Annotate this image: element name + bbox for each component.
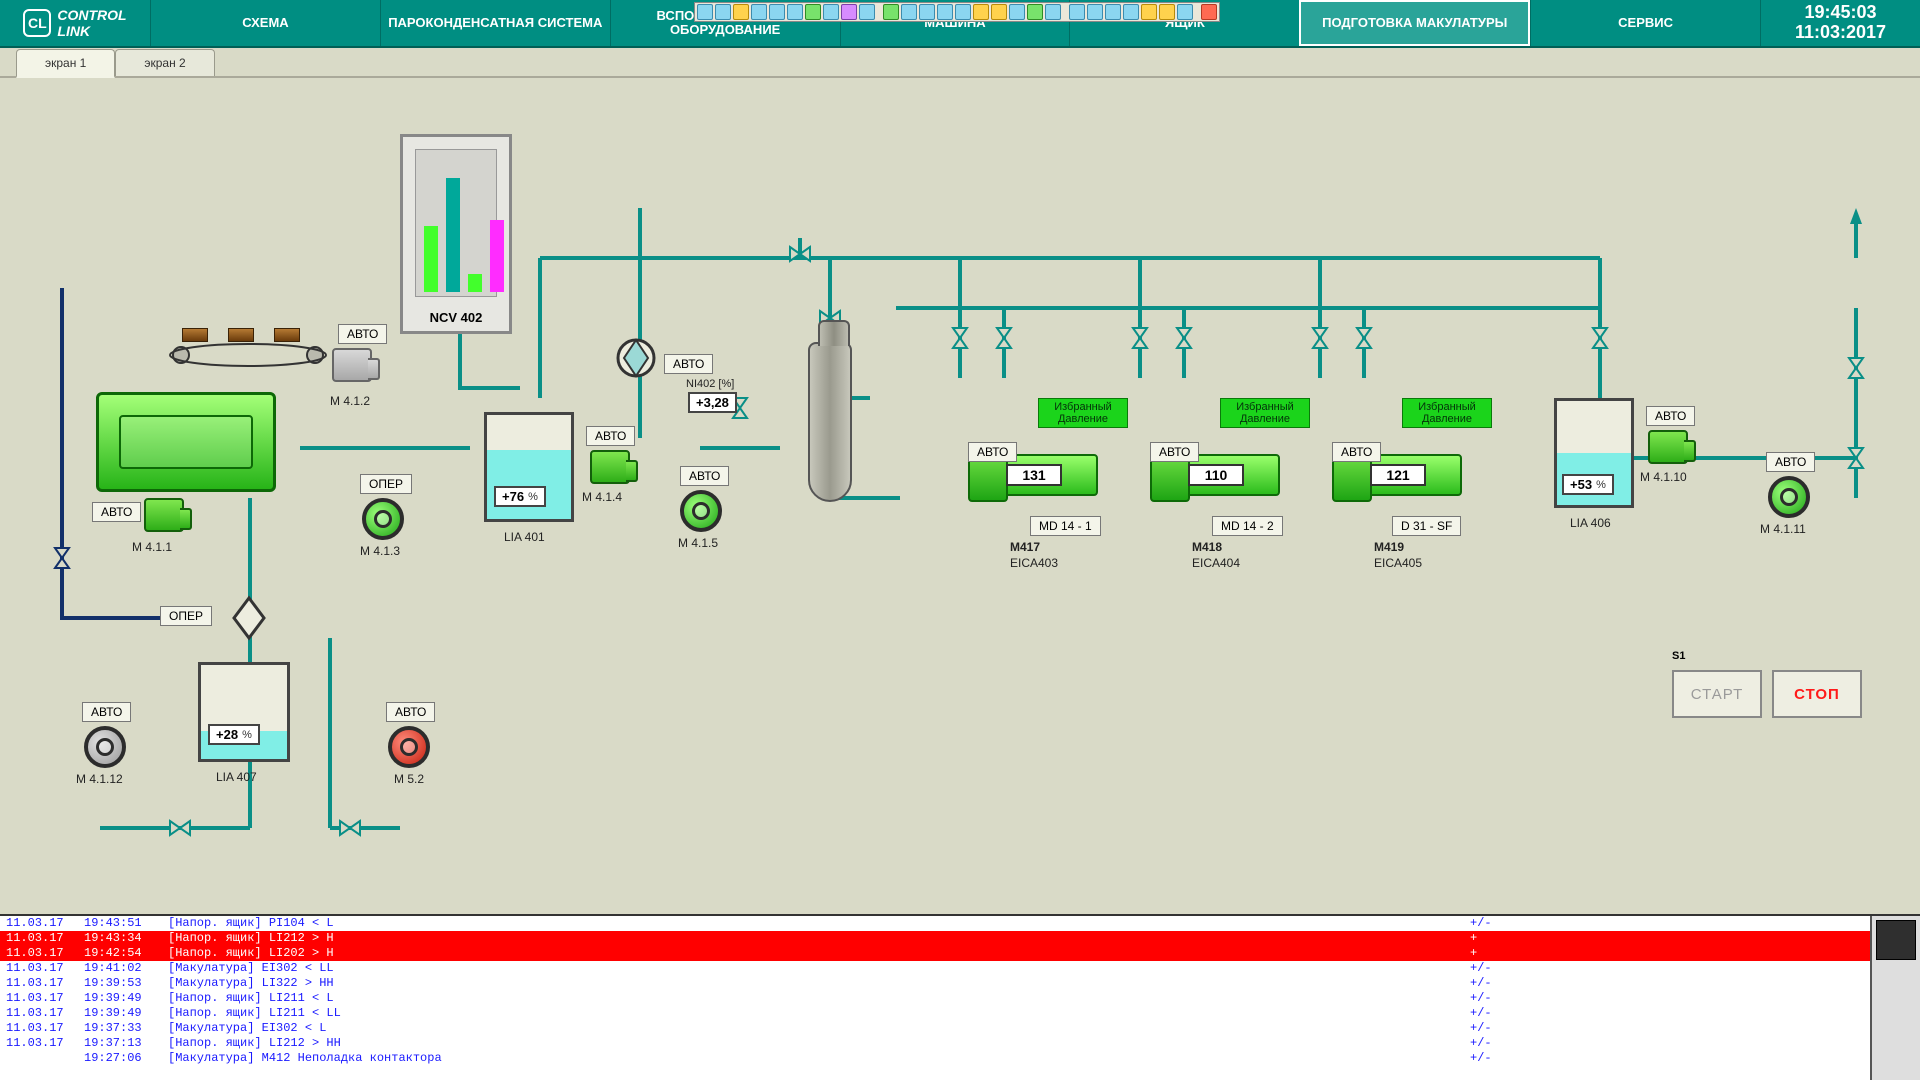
- alarm-list[interactable]: 11.03.1719:43:51[Напор. ящик] PI104 < L+…: [0, 916, 1870, 1080]
- alarm-row[interactable]: 19:27:06[Макулатура] M412 Неполадка конт…: [0, 1051, 1870, 1066]
- mode-ni402[interactable]: АВТО: [664, 354, 713, 374]
- alarm-row[interactable]: 11.03.1719:39:53[Макулатура] LI322 > HH+…: [0, 976, 1870, 991]
- tab-screen-1[interactable]: экран 1: [16, 49, 115, 78]
- scada-canvas: NCV 402 АВТО M 4.1.2 АВТО M 4.1.1 ОПЕР M…: [0, 78, 1920, 914]
- alarm-row[interactable]: 11.03.1719:37:13[Напор. ящик] LI212 > HH…: [0, 1036, 1870, 1051]
- label-lia407: LIA 407: [216, 770, 257, 784]
- alarm-row[interactable]: 11.03.1719:39:49[Напор. ящик] LI211 < L+…: [0, 991, 1870, 1006]
- screen-tabs: экран 1 экран 2: [0, 48, 1920, 78]
- label-ni402: NI402 [%]: [686, 378, 734, 390]
- motor-m411[interactable]: [144, 498, 184, 532]
- label-m52: M 5.2: [394, 772, 424, 786]
- s1-start-button[interactable]: СТАРТ: [1672, 670, 1762, 718]
- mode-m4111[interactable]: АВТО: [1766, 452, 1815, 472]
- mode-m4110[interactable]: АВТО: [1646, 406, 1695, 426]
- alarm-row[interactable]: 11.03.1719:43:51[Напор. ящик] PI104 < L+…: [0, 916, 1870, 931]
- val-lia406: +53%: [1562, 474, 1614, 495]
- belt-package-3: [274, 328, 300, 342]
- belt-package-1: [182, 328, 208, 342]
- alarm-scroll[interactable]: [1870, 916, 1920, 1080]
- sub-m417: EICA403: [1010, 556, 1058, 570]
- nav-service[interactable]: СЕРВИС: [1530, 0, 1760, 46]
- val-lia407: +28%: [208, 724, 260, 745]
- id-m418: M418: [1192, 540, 1222, 554]
- clock: 19:45:03 11:03:2017: [1760, 0, 1920, 46]
- alarm-row[interactable]: 11.03.1719:42:54[Напор. ящик] LI202 > H+: [0, 946, 1870, 961]
- motor-m414[interactable]: [590, 450, 630, 484]
- mode-m418[interactable]: АВТО: [1150, 442, 1199, 462]
- pump-m52[interactable]: [388, 726, 430, 768]
- mode-m52[interactable]: АВТО: [386, 702, 435, 722]
- label-m4112: M 4.1.12: [76, 772, 123, 786]
- nav-steam-system[interactable]: ПАРОКОНДЕНСАТНАЯ СИСТЕМА: [380, 0, 610, 46]
- pump-m413[interactable]: [362, 498, 404, 540]
- mode-m415[interactable]: АВТО: [680, 466, 729, 486]
- alarm-row[interactable]: 11.03.1719:41:02[Макулатура] EI302 < LL+…: [0, 961, 1870, 976]
- label-lia406: LIA 406: [1570, 516, 1611, 530]
- val-lia401: +76%: [494, 486, 546, 507]
- tab-screen-2[interactable]: экран 2: [115, 49, 214, 76]
- label-m412: M 4.1.2: [330, 394, 370, 408]
- label-m4111: M 4.1.11: [1760, 522, 1806, 536]
- mode-m4112[interactable]: АВТО: [82, 702, 131, 722]
- tag-m418: MD 14 - 2: [1212, 516, 1283, 536]
- label-m4110: M 4.1.10: [1640, 470, 1687, 484]
- tag-m419: D 31 - SF: [1392, 516, 1461, 536]
- pump-m415[interactable]: [680, 490, 722, 532]
- alarm-row[interactable]: 11.03.1719:43:34[Напор. ящик] LI212 > H+: [0, 931, 1870, 946]
- logo-icon: CL: [23, 9, 51, 37]
- clock-date: 11:03:2017: [1795, 23, 1886, 43]
- id-m417: M417: [1010, 540, 1040, 554]
- label-m415: M 4.1.5: [678, 536, 718, 550]
- pump-m4112[interactable]: [84, 726, 126, 768]
- nav-schema[interactable]: СХЕМА: [150, 0, 380, 46]
- val-ni402: +3,28: [688, 392, 737, 413]
- ind-m418: ИзбранныйДавление: [1220, 398, 1310, 428]
- ncv402-title: NCV 402: [403, 310, 509, 325]
- s1-controls: СТАРТ СТОП: [1672, 670, 1862, 718]
- alarm-row[interactable]: 11.03.1719:39:49[Напор. ящик] LI211 < LL…: [0, 1006, 1870, 1021]
- alarm-panel: 11.03.1719:43:51[Напор. ящик] PI104 < L+…: [0, 914, 1920, 1080]
- mode-m413[interactable]: ОПЕР: [360, 474, 412, 494]
- label-m411: M 4.1.1: [132, 540, 172, 554]
- ncv402-panel[interactable]: NCV 402: [400, 134, 512, 334]
- mode-m411[interactable]: АВТО: [92, 502, 141, 522]
- label-m413: M 4.1.3: [360, 544, 400, 558]
- separator-column[interactable]: [808, 342, 852, 502]
- ind-m417: ИзбранныйДавление: [1038, 398, 1128, 428]
- s1-stop-button[interactable]: СТОП: [1772, 670, 1862, 718]
- mode-m412[interactable]: АВТО: [338, 324, 387, 344]
- id-m419: M419: [1374, 540, 1404, 554]
- tag-m417: MD 14 - 1: [1030, 516, 1101, 536]
- shredder[interactable]: [96, 392, 276, 492]
- win-toolbar[interactable]: [694, 2, 1220, 22]
- ind-m419: ИзбранныйДавление: [1402, 398, 1492, 428]
- belt-icon: [168, 342, 328, 368]
- mode-m417[interactable]: АВТО: [968, 442, 1017, 462]
- sub-m419: EICA405: [1374, 556, 1422, 570]
- alarm-ack-icon[interactable]: [1876, 920, 1916, 960]
- mode-m414[interactable]: АВТО: [586, 426, 635, 446]
- clock-time: 19:45:03: [1804, 3, 1876, 23]
- nav-wastepaper-prep[interactable]: ПОДГОТОВКА МАКУЛАТУРЫ: [1299, 0, 1530, 46]
- mode-oper-valve[interactable]: ОПЕР: [160, 606, 212, 626]
- mode-m419[interactable]: АВТО: [1332, 442, 1381, 462]
- label-m414: M 4.1.4: [582, 490, 622, 504]
- motor-m412[interactable]: [332, 348, 372, 382]
- belt-package-2: [228, 328, 254, 342]
- sub-m418: EICA404: [1192, 556, 1240, 570]
- alarm-row[interactable]: 11.03.1719:37:33[Макулатура] EI302 < L+/…: [0, 1021, 1870, 1036]
- motor-m4110[interactable]: [1648, 430, 1688, 464]
- app-logo: CL CONTROLLINK: [0, 0, 150, 46]
- valve-oper-icon[interactable]: [224, 594, 274, 644]
- tank-lia407[interactable]: [198, 662, 290, 762]
- pump-m4111[interactable]: [1768, 476, 1810, 518]
- s1-label: S1: [1672, 650, 1685, 662]
- label-lia401: LIA 401: [504, 530, 545, 544]
